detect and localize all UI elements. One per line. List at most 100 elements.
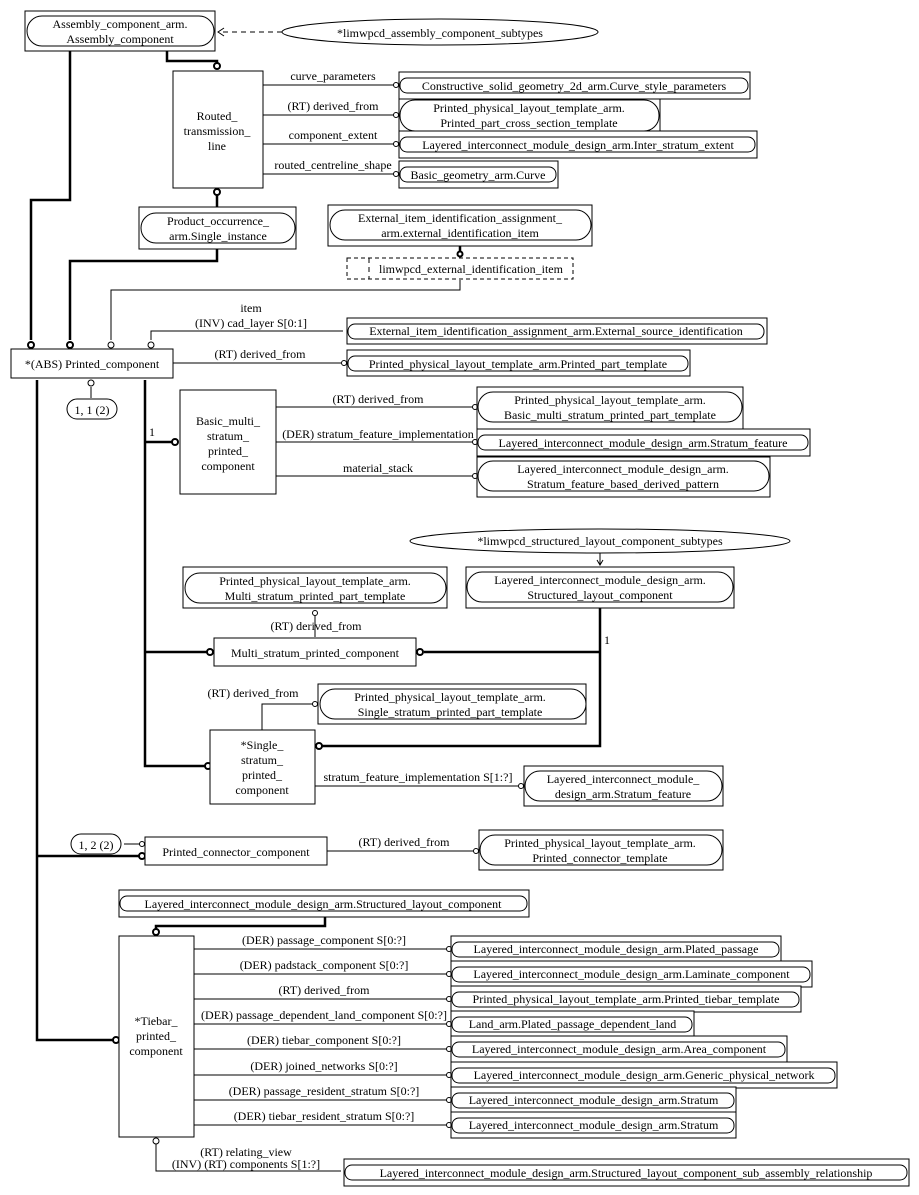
optional-circle-icon (456, 250, 464, 258)
entity-label: Printed_physical_layout_template_arm.Pri… (369, 357, 667, 371)
optional-circle-icon (416, 648, 424, 656)
entity-routed-transmission-line[interactable]: Routed_ transmission_ line (172, 70, 264, 189)
entity-assembly-component[interactable]: Assembly_component_arm. Assembly_compone… (24, 10, 216, 52)
optional-circle-icon (206, 648, 214, 656)
entity-tiebar-target[interactable]: Layered_interconnect_module_design_arm.S… (450, 1111, 737, 1139)
optional-circle-icon (107, 341, 115, 349)
entity-tiebar-target[interactable]: Layered_interconnect_module_design_arm.P… (450, 935, 782, 963)
optional-circle-icon (152, 1137, 160, 1145)
relation-label: item (240, 301, 262, 315)
entity-label: Layered_interconnect_module_design_arm.S… (469, 1118, 719, 1132)
entity-structured-layout-component-2[interactable]: Layered_interconnect_module_design_arm.S… (118, 889, 530, 918)
entity-tiebar-target[interactable]: Layered_interconnect_module_design_arm.S… (450, 1086, 737, 1114)
entity-printed-connector-template[interactable]: Printed_physical_layout_template_arm. Pr… (478, 829, 724, 871)
select-external-identification-item[interactable]: External_item_identification_assignment_… (327, 204, 593, 247)
tiebar-attributes: (DER) passage_component S[0:?] Layered_in… (201, 933, 838, 1139)
relation-label: (DER) stratum_feature_implementation (282, 427, 474, 441)
entity-label: Printed_physical_layout_template_arm. (219, 574, 411, 588)
entity-label: Layered_interconnect_module_design_arm.P… (474, 942, 759, 956)
entity-label: Layered_interconnect_module_design_arm.S… (380, 1166, 873, 1180)
entity-label: Basic_multi_stratum_printed_part_templat… (504, 408, 716, 422)
entity-label: *limwpcd_assembly_component_subtypes (337, 26, 543, 40)
entity-curve-style-parameters[interactable]: Constructive_solid_geometry_2d_arm.Curve… (398, 71, 751, 100)
entity-tiebar-target[interactable]: Layered_interconnect_module_design_arm.G… (450, 1061, 838, 1089)
entity-printed-part-template[interactable]: Printed_physical_layout_template_arm.Pri… (346, 349, 691, 377)
optional-circle-icon (66, 341, 74, 349)
select-assembly-component-subtypes[interactable]: *limwpcd_assembly_component_subtypes (281, 18, 599, 46)
constraint-label: 1, 2 (2) (79, 838, 114, 852)
entity-tiebar-printed-component[interactable]: *Tiebar_ printed_ component (118, 935, 195, 1138)
optional-circle-icon (87, 379, 95, 387)
relation-label: (RT) derived_from (288, 99, 380, 113)
structured-to-tiebar-line (154, 915, 327, 932)
entity-label: Printed_physical_layout_template_arm. (433, 101, 625, 115)
entity-single-instance[interactable]: Product_occurrence_ arm.Single_instance (138, 206, 297, 250)
relation-label: (DER) tiebar_component S[0:?] (247, 1033, 401, 1047)
entity-stratum-feature-based-derived-pattern[interactable]: Layered_interconnect_module_design_arm. … (476, 456, 771, 498)
cad-layer-line (150, 330, 343, 340)
select-structured-layout-component-subtypes[interactable]: *limwpcd_structured_layout_component_sub… (409, 528, 791, 554)
optional-circle-icon (147, 341, 155, 349)
entity-single-stratum-printed-component[interactable]: *Single_ stratum_ printed_ component (209, 729, 316, 805)
entity-basic-geometry-curve[interactable]: Basic_geometry_arm.Curve (398, 160, 559, 189)
entity-single-stratum-template[interactable]: Printed_physical_layout_template_arm. Si… (317, 683, 587, 725)
entity-basic-multi-stratum-template[interactable]: Printed_physical_layout_template_arm. Ba… (476, 386, 744, 430)
entity-basic-multi-stratum-printed-component[interactable]: Basic_multi_ stratum_ printed_ component (179, 389, 277, 495)
relation-label: (RT) derived_from (271, 619, 363, 633)
entity-printed-component[interactable]: *(ABS) Printed_component (10, 348, 174, 379)
select-limwpcd-external-identification-item[interactable]: limwpcd_external_identification_item (346, 257, 574, 280)
optional-circle-icon (139, 841, 145, 847)
entity-label: line (208, 139, 226, 153)
entity-label: Printed_physical_layout_template_arm. (514, 393, 706, 407)
main-trunk-line (35, 380, 116, 1042)
express-g-diagram: Assembly_component_arm. Assembly_compone… (10, 10, 910, 1187)
entity-label: Layered_interconnect_module_ (547, 772, 701, 786)
entity-tiebar-target[interactable]: Layered_interconnect_module_design_arm.L… (450, 960, 813, 988)
entity-sub-assembly-relationship[interactable]: Layered_interconnect_module_design_arm.S… (343, 1158, 910, 1187)
optional-circle-icon (213, 188, 221, 196)
relation-label: (RT) derived_from (359, 835, 451, 849)
relation-label: (INV) cad_layer S[0:1] (195, 316, 307, 330)
entity-label: stratum_ (241, 753, 284, 767)
entity-structured-layout-component[interactable]: Layered_interconnect_module_design_arm. … (465, 566, 735, 609)
entity-label: printed_ (136, 1029, 177, 1043)
optional-circle-icon (393, 171, 399, 177)
entity-multi-stratum-printed-component[interactable]: Multi_stratum_printed_component (213, 637, 417, 667)
entity-printed-part-cross-section-template[interactable]: Printed_physical_layout_template_arm. Pr… (398, 98, 661, 133)
entity-stratum-feature-2[interactable]: Layered_interconnect_module_ design_arm.… (523, 765, 724, 807)
entity-external-source-identification[interactable]: External_item_identification_assignment_… (346, 317, 768, 345)
optional-circle-icon (138, 852, 146, 860)
entity-label: *Single_ (241, 738, 285, 752)
entity-label: Layered_interconnect_module_design_arm. (517, 462, 729, 476)
entity-inter-stratum-extent[interactable]: Layered_interconnect_module_design_arm.I… (398, 130, 758, 159)
relation-label: curve_parameters (290, 69, 376, 83)
relation-label: stratum_feature_implementation S[1:?] (324, 770, 513, 784)
entity-label: Single_stratum_printed_part_template (358, 705, 543, 719)
entity-label: Layered_interconnect_module_design_arm.I… (422, 138, 734, 152)
optional-circle-icon (152, 928, 160, 936)
cardinality-label: 1 (604, 633, 610, 647)
entity-label: *Tiebar_ (135, 1014, 179, 1028)
optional-circle-icon (312, 701, 318, 707)
entity-stratum-feature[interactable]: Layered_interconnect_module_design_arm.S… (476, 428, 811, 457)
optional-circle-icon (112, 1036, 120, 1044)
optional-circle-icon (473, 848, 479, 854)
entity-tiebar-target[interactable]: Land_arm.Plated_passage_dependent_land (450, 1010, 695, 1038)
entity-label: *(ABS) Printed_component (25, 357, 160, 371)
optional-circle-icon (213, 62, 221, 70)
optional-circle-icon (393, 112, 399, 118)
entity-label: Land_arm.Plated_passage_dependent_land (469, 1017, 677, 1031)
entity-label: Routed_ (197, 109, 239, 123)
entity-label: Layered_interconnect_module_design_arm.S… (499, 436, 788, 450)
entity-tiebar-target[interactable]: Printed_physical_layout_template_arm.Pri… (450, 985, 802, 1013)
entity-tiebar-target[interactable]: Layered_interconnect_module_design_arm.A… (450, 1035, 788, 1063)
relation-label: (RT) derived_from (208, 686, 300, 700)
entity-label: design_arm.Stratum_feature (555, 787, 691, 801)
one-of-constraint-1-2[interactable]: 1, 2 (2) (70, 833, 122, 855)
one-of-constraint-1-1[interactable]: 1, 1 (2) (66, 398, 118, 420)
entity-label: arm.external_identification_item (381, 226, 539, 240)
entity-printed-connector-component[interactable]: Printed_connector_component (144, 836, 328, 866)
entity-label: Layered_interconnect_module_design_arm.S… (145, 897, 503, 911)
relation-label: (RT) derived_from (215, 347, 307, 361)
entity-multi-stratum-template[interactable]: Printed_physical_layout_template_arm. Mu… (182, 566, 448, 609)
